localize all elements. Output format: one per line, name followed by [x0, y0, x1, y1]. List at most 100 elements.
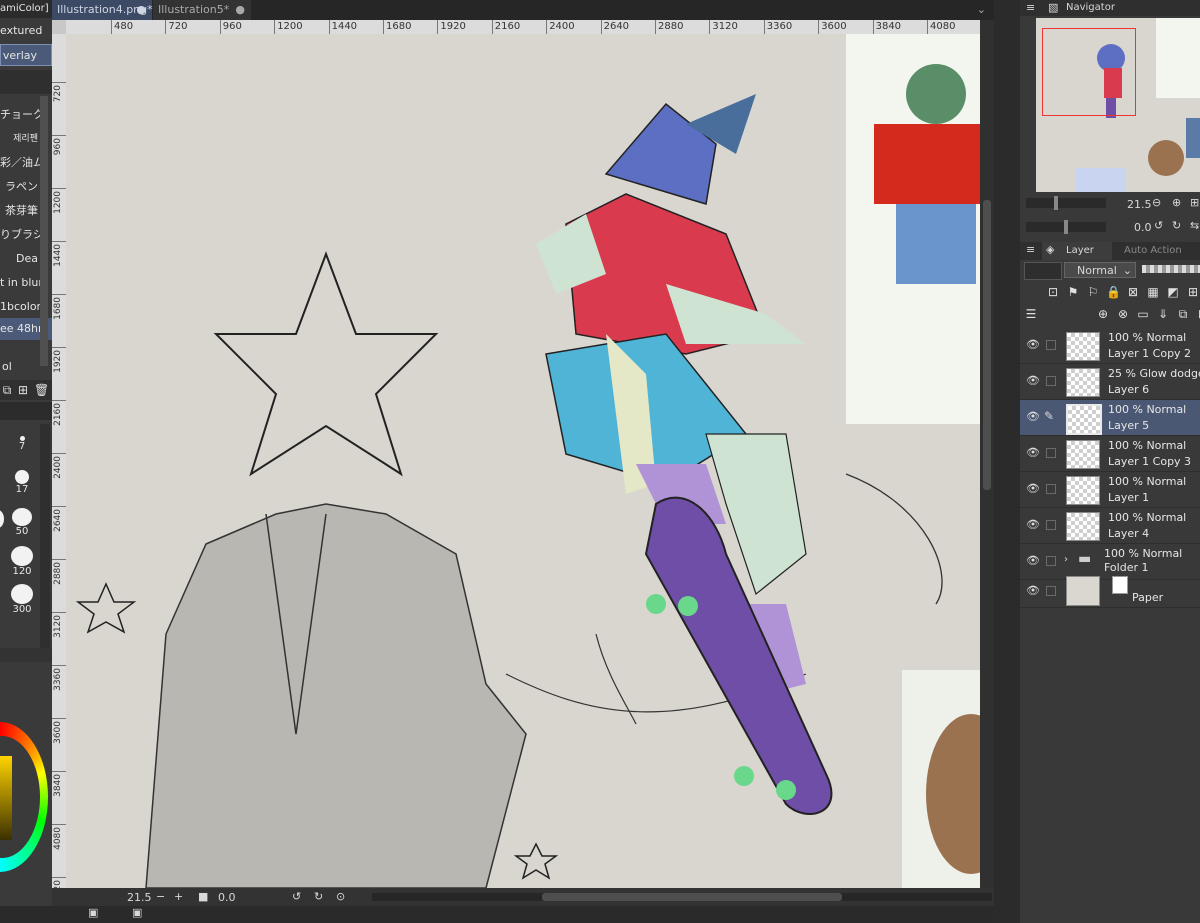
checkbox[interactable] — [1046, 556, 1056, 566]
draft-icon[interactable]: ⚐ — [1086, 285, 1100, 299]
folder-icon: ▬ — [1078, 551, 1092, 567]
slider-handle[interactable] — [1054, 196, 1058, 210]
new-raster-icon[interactable]: ⊕ — [1096, 307, 1110, 321]
blend-mode-select[interactable]: Normal ⌄ — [1064, 262, 1136, 278]
layer-row-selected[interactable]: 👁 ✎ 100 % Normal Layer 5 — [1020, 400, 1200, 436]
eye-icon[interactable]: 👁 — [1026, 482, 1040, 495]
layer-row[interactable]: 👁 100 % Normal Layer 1 Copy 2 — [1020, 328, 1200, 364]
close-icon[interactable]: ● — [235, 0, 245, 20]
eye-icon[interactable]: 👁 — [1026, 554, 1040, 567]
eye-icon[interactable]: 👁 — [1026, 446, 1040, 459]
eye-icon[interactable]: 👁 — [1026, 338, 1040, 351]
checkbox[interactable] — [1046, 520, 1056, 530]
brush-list-scrollbar[interactable] — [40, 96, 48, 366]
layer-row[interactable]: 👁 25 % Glow dodge Layer 6 — [1020, 364, 1200, 400]
ruler-tick-label: 2400 — [546, 20, 575, 34]
brush-size-120[interactable]: 120 — [10, 546, 34, 582]
drawing-canvas[interactable] — [66, 34, 980, 888]
zoom-in-icon[interactable]: + — [174, 890, 183, 903]
lock-alpha-icon[interactable]: ⊠ — [1126, 285, 1140, 299]
reference-icon[interactable]: ⚑ — [1066, 285, 1080, 299]
ruler-tick-label: 1920 — [52, 347, 66, 400]
layer-toolbar-1: ⊡ ⚑ ⚐ 🔒 ⊠ ▦ ◩ ⊞ — [1020, 282, 1200, 302]
fit-icon[interactable]: ⊞ — [1190, 196, 1199, 209]
navigator-viewport[interactable] — [1042, 28, 1136, 116]
brush-size-300[interactable]: 300 — [10, 584, 34, 620]
brush-size-scrollbar[interactable] — [40, 424, 50, 660]
clip-icon[interactable]: ⊡ — [1046, 285, 1060, 299]
trash-icon[interactable]: 🗑 — [34, 383, 49, 397]
new-vector-icon[interactable]: ⊗ — [1116, 307, 1130, 321]
layer-property-icon[interactable]: ☰ — [1024, 307, 1038, 321]
chevron-right-icon[interactable]: › — [1064, 554, 1068, 565]
ruler-tick-label: 3840 — [872, 20, 901, 34]
layer-name: Layer 1 Copy 2 — [1108, 347, 1192, 360]
color-icon[interactable]: ◩ — [1166, 285, 1180, 299]
layer-row[interactable]: 👁 100 % Normal Layer 4 — [1020, 508, 1200, 544]
transfer-icon[interactable]: ⇓ — [1156, 307, 1170, 321]
opacity-slider[interactable] — [1142, 265, 1200, 273]
eye-icon[interactable]: 👁 — [1026, 584, 1040, 597]
scroll-thumb[interactable] — [542, 893, 842, 901]
canvas-vertical-scrollbar[interactable] — [980, 20, 994, 888]
checkbox[interactable] — [1046, 484, 1056, 494]
chevron-down-icon: ⌄ — [1122, 264, 1132, 277]
menu-icon[interactable]: ≡ — [1026, 1, 1035, 14]
mask-icon[interactable]: ▦ — [1146, 285, 1160, 299]
menu-icon[interactable]: ≡ — [1026, 243, 1035, 256]
tab-layer[interactable]: ◈ Layer — [1042, 242, 1112, 260]
rotate-right-icon[interactable]: ↻ — [1172, 219, 1181, 232]
tab-illustration4[interactable]: Illustration4.png* ● — [52, 0, 153, 20]
merge-icon[interactable]: ⧉ — [1176, 307, 1190, 321]
tab-illustration5[interactable]: Illustration5* ● — [153, 0, 251, 20]
close-icon[interactable]: ● — [136, 0, 146, 20]
zoom-out-icon[interactable]: − — [156, 890, 165, 903]
canvas-horizontal-scrollbar[interactable] — [372, 893, 992, 901]
layer-row-paper[interactable]: 👁 Paper — [1020, 574, 1200, 608]
new-folder-icon[interactable]: ▭ — [1136, 307, 1150, 321]
lock-icon[interactable]: 🔒 — [1106, 285, 1121, 299]
navigator-zoom: 21.5 — [1127, 198, 1152, 211]
add-icon[interactable]: ⊞ — [16, 383, 30, 397]
scroll-thumb[interactable] — [983, 200, 991, 490]
tab-auto-action[interactable]: Auto Action — [1124, 245, 1182, 256]
sub-tool-textured[interactable]: extured — [0, 20, 52, 42]
sub-tool-overlay[interactable]: verlay — [0, 44, 52, 66]
navigator-preview[interactable] — [1036, 18, 1200, 192]
rotation-slider[interactable] — [1026, 220, 1106, 234]
flip-icon[interactable]: ⇆ — [1190, 219, 1199, 232]
layer-row[interactable]: 👁 100 % Normal Layer 1 — [1020, 472, 1200, 508]
layer-row[interactable]: 👁 100 % Normal Layer 1 Copy 3 — [1020, 436, 1200, 472]
layer-blend: 100 % Normal — [1108, 331, 1187, 344]
slider-handle[interactable] — [1064, 220, 1068, 234]
checkbox[interactable] — [1046, 586, 1056, 596]
eye-icon[interactable]: 👁 — [1026, 410, 1040, 423]
rotate-icon[interactable]: ↺ — [292, 890, 301, 903]
checkbox[interactable] — [1046, 340, 1056, 350]
zoom-slider[interactable] — [1026, 196, 1106, 210]
rotate-left-icon[interactable]: ↺ — [1154, 219, 1163, 232]
eye-icon[interactable]: 👁 — [1026, 518, 1040, 531]
brush-size-50[interactable]: 50 — [10, 508, 34, 544]
panel-icon[interactable]: ▣ — [88, 906, 98, 919]
zoom-out-icon[interactable]: ⊖ — [1152, 196, 1161, 209]
ruler-tick-label: 1440 — [328, 20, 357, 34]
checkbox[interactable] — [1046, 376, 1056, 386]
color-square[interactable] — [0, 756, 12, 840]
eye-icon[interactable]: 👁 — [1026, 374, 1040, 387]
layer-thumbnail — [1066, 404, 1102, 435]
brush-size-17[interactable]: 17 — [10, 470, 34, 506]
delete-icon[interactable]: ⊟ — [1196, 307, 1200, 321]
checkbox[interactable] — [1046, 448, 1056, 458]
rotate-right-icon[interactable]: ↻ — [314, 890, 323, 903]
copy-icon[interactable]: ⧉ — [0, 383, 14, 397]
chevron-down-icon[interactable]: ⌄ — [977, 0, 986, 20]
fit-icon[interactable]: ■ — [198, 890, 208, 903]
more-icon[interactable]: ⊞ — [1186, 285, 1200, 299]
panel-icon[interactable]: ▣ — [132, 906, 142, 919]
brush-size-7[interactable]: 7 — [10, 432, 34, 468]
layer-name: Layer 6 — [1108, 383, 1150, 396]
zoom-in-icon[interactable]: ⊕ — [1172, 196, 1181, 209]
layer-color-select[interactable] — [1024, 262, 1062, 280]
reset-rotation-icon[interactable]: ⊙ — [336, 890, 345, 903]
